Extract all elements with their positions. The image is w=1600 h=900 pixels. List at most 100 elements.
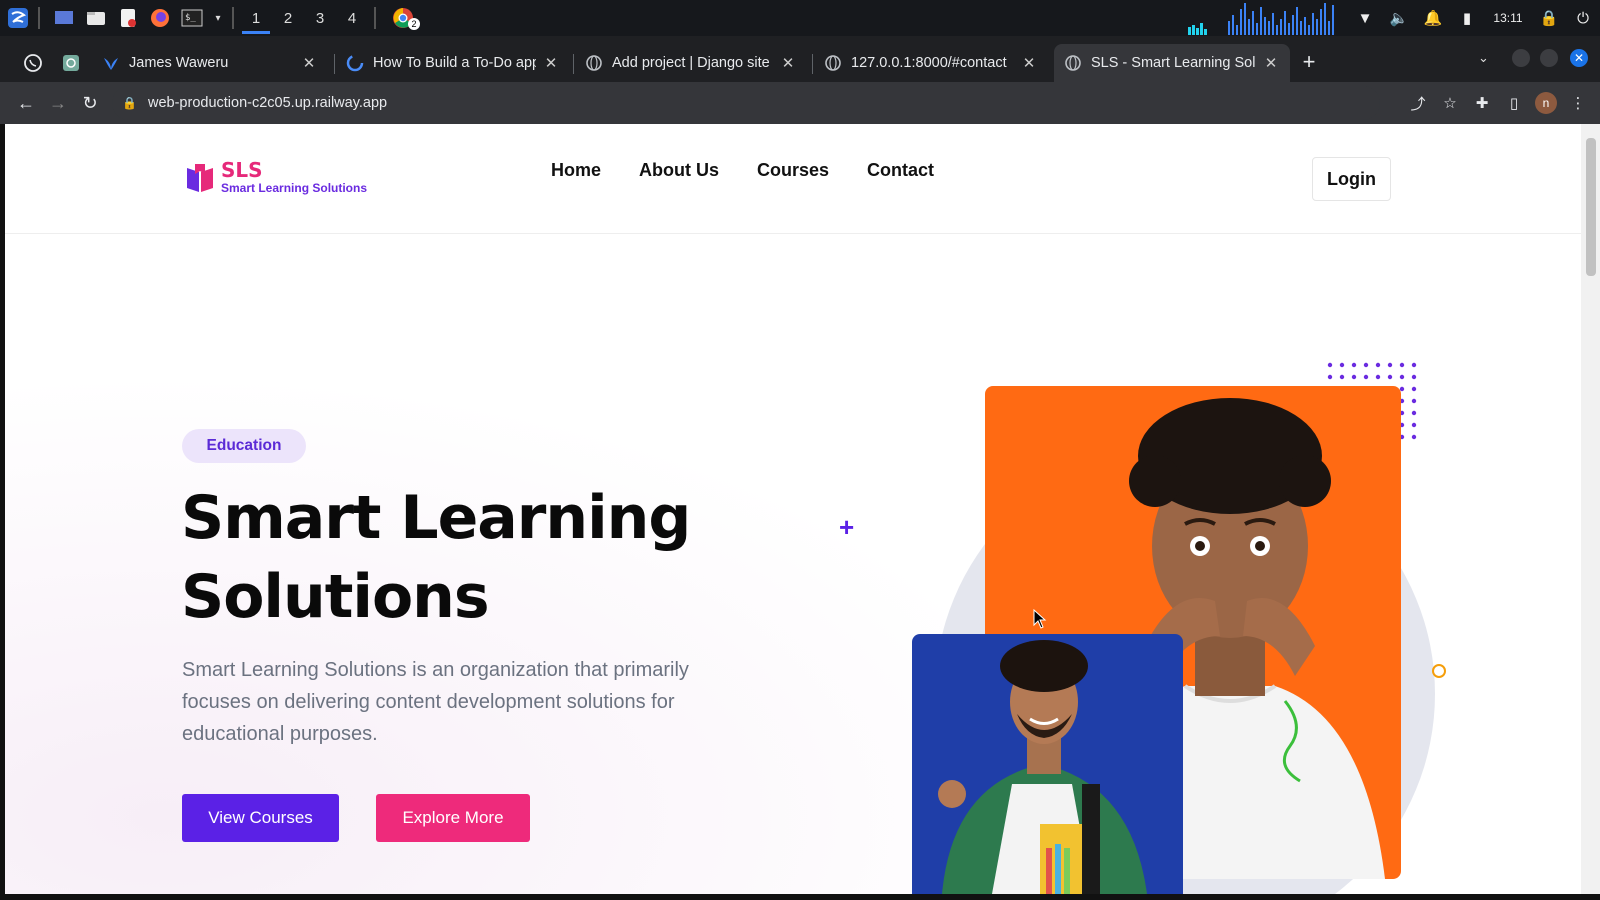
scrollbar-thumb[interactable]: [1586, 138, 1596, 276]
tab-label: James Waweru: [129, 55, 229, 71]
bird-icon: [102, 54, 120, 72]
login-button[interactable]: Login: [1312, 157, 1391, 201]
share-icon[interactable]: ⤴: [1404, 89, 1432, 117]
tab-todo-app[interactable]: How To Build a To-Do app ✕: [336, 44, 570, 82]
power-icon[interactable]: ⏻: [1566, 0, 1600, 36]
workspace-2[interactable]: 2: [272, 0, 304, 36]
education-badge: Education: [182, 429, 306, 463]
tab-sls-active[interactable]: SLS - Smart Learning Solu ✕: [1054, 44, 1290, 82]
start-menu-icon[interactable]: [4, 4, 32, 32]
happy-student-photo: [912, 634, 1183, 894]
whatsapp-icon: [24, 54, 42, 72]
globe-icon: [585, 54, 603, 72]
svg-text:$_: $_: [185, 13, 196, 23]
file-manager-icon[interactable]: [82, 4, 110, 32]
hero-title-line-1: Smart Learning: [181, 483, 691, 553]
close-icon[interactable]: ✕: [779, 54, 797, 72]
bookmark-star-icon[interactable]: ☆: [1436, 89, 1464, 117]
tab-search-chevron-icon[interactable]: ⌄: [1478, 50, 1489, 66]
terminal-icon[interactable]: $_: [178, 4, 206, 32]
desktop-icon[interactable]: [50, 4, 78, 32]
chrome-taskbar-icon[interactable]: 2: [386, 4, 420, 32]
mouse-cursor-icon: [1033, 609, 1047, 629]
avatar: n: [1535, 92, 1557, 114]
battery-icon[interactable]: ▮: [1450, 0, 1484, 36]
logo-title: SLS: [221, 158, 263, 182]
network-graph-icon: [1188, 3, 1334, 35]
plus-decoration-icon: +: [839, 512, 855, 542]
browser-toolbar: ← → ↻ 🔒 web-production-c2c05.up.railway.…: [0, 82, 1600, 124]
toolbar-actions: ⤴ ☆ ✚ ▯ n ⋮: [1404, 82, 1592, 124]
padlock-icon[interactable]: 🔒: [122, 96, 138, 110]
page-scrollbar[interactable]: [1581, 124, 1600, 894]
maximize-window-button[interactable]: [1540, 49, 1558, 67]
globe-icon: [1064, 54, 1082, 72]
tab-whatsapp[interactable]: [14, 44, 52, 82]
taskbar-separator: [374, 7, 376, 29]
extensions-puzzle-icon[interactable]: ✚: [1468, 89, 1496, 117]
close-icon[interactable]: ✕: [1020, 54, 1038, 72]
tab-label: 127.0.0.1:8000/#contact: [851, 55, 1007, 71]
tab-label: SLS - Smart Learning Solu: [1091, 55, 1256, 71]
notification-bell-icon[interactable]: 🔔: [1416, 0, 1450, 36]
page-viewport: SLS Smart Learning Solutions Home About …: [5, 124, 1581, 894]
tab-separator: [334, 54, 335, 74]
kebab-menu-icon[interactable]: ⋮: [1564, 89, 1592, 117]
window-count-badge: 2: [408, 18, 420, 30]
text-editor-icon[interactable]: [114, 4, 142, 32]
new-tab-plus-icon[interactable]: +: [1295, 48, 1323, 76]
hero-title: Smart Learning Solutions: [181, 479, 741, 637]
logo-subtitle: Smart Learning Solutions: [221, 181, 368, 195]
lock-icon[interactable]: 🔒: [1532, 0, 1566, 36]
book-logo-icon: [185, 162, 215, 194]
tab-james-waweru[interactable]: James Waweru ✕: [92, 44, 328, 82]
explore-more-button[interactable]: Explore More: [376, 794, 530, 842]
ring-decoration-icon: [1432, 664, 1446, 678]
nav-contact[interactable]: Contact: [867, 160, 934, 181]
tab-django-admin[interactable]: Add project | Django site a ✕: [575, 44, 807, 82]
close-icon[interactable]: ✕: [542, 54, 560, 72]
globe-icon: [824, 54, 842, 72]
firefox-icon[interactable]: [146, 4, 174, 32]
wifi-icon[interactable]: ▼: [1348, 0, 1382, 36]
workspace-4[interactable]: 4: [336, 0, 368, 36]
close-window-button[interactable]: ✕: [1570, 49, 1588, 67]
workspace-3[interactable]: 3: [304, 0, 336, 36]
view-courses-button[interactable]: View Courses: [182, 794, 339, 842]
profile-avatar[interactable]: n: [1532, 89, 1560, 117]
nav-courses[interactable]: Courses: [757, 160, 829, 181]
taskbar-separator: [38, 7, 40, 29]
tab-chatgpt[interactable]: [52, 44, 90, 82]
site-header: SLS Smart Learning Solutions Home About …: [5, 124, 1581, 234]
os-taskbar: $_ ▾ 1 2 3 4 2 ▼ 🔈 🔔 ▮ 13:11 🔒 ⏻: [0, 0, 1600, 36]
minimize-window-button[interactable]: [1512, 49, 1530, 67]
url-text[interactable]: web-production-c2c05.up.railway.app: [148, 95, 387, 111]
reload-icon[interactable]: ↻: [74, 87, 106, 119]
main-nav: Home About Us Courses Contact: [551, 160, 934, 181]
hero-description: Smart Learning Solutions is an organizat…: [182, 659, 689, 745]
nav-about-us[interactable]: About Us: [639, 160, 719, 181]
nav-home[interactable]: Home: [551, 160, 601, 181]
system-tray: ▼ 🔈 🔔 ▮ 13:11 🔒 ⏻: [1188, 0, 1600, 36]
address-bar[interactable]: 🔒 web-production-c2c05.up.railway.app: [112, 86, 1380, 120]
browser-tab-strip: James Waweru ✕ How To Build a To-Do app …: [0, 36, 1600, 82]
volume-icon[interactable]: 🔈: [1382, 0, 1416, 36]
hero-title-line-2: Solutions: [181, 562, 490, 632]
chevron-down-icon[interactable]: ▾: [210, 4, 226, 32]
tab-label: Add project | Django site a: [612, 55, 773, 71]
tab-localhost-contact[interactable]: 127.0.0.1:8000/#contact ✕: [814, 44, 1048, 82]
side-panel-icon[interactable]: ▯: [1500, 89, 1528, 117]
forward-arrow-icon[interactable]: →: [42, 87, 74, 119]
site-logo[interactable]: SLS Smart Learning Solutions: [185, 160, 367, 196]
clock[interactable]: 13:11: [1484, 11, 1532, 25]
chatgpt-icon: [62, 54, 80, 72]
workspace-1[interactable]: 1: [240, 0, 272, 36]
taskbar-separator: [232, 7, 234, 29]
back-arrow-icon[interactable]: ←: [10, 87, 42, 119]
tab-separator: [812, 54, 813, 74]
close-icon[interactable]: ✕: [300, 54, 318, 72]
tab-label: How To Build a To-Do app: [373, 55, 536, 71]
close-icon[interactable]: ✕: [1262, 54, 1280, 72]
loading-icon: [346, 54, 364, 72]
tab-separator: [573, 54, 574, 74]
